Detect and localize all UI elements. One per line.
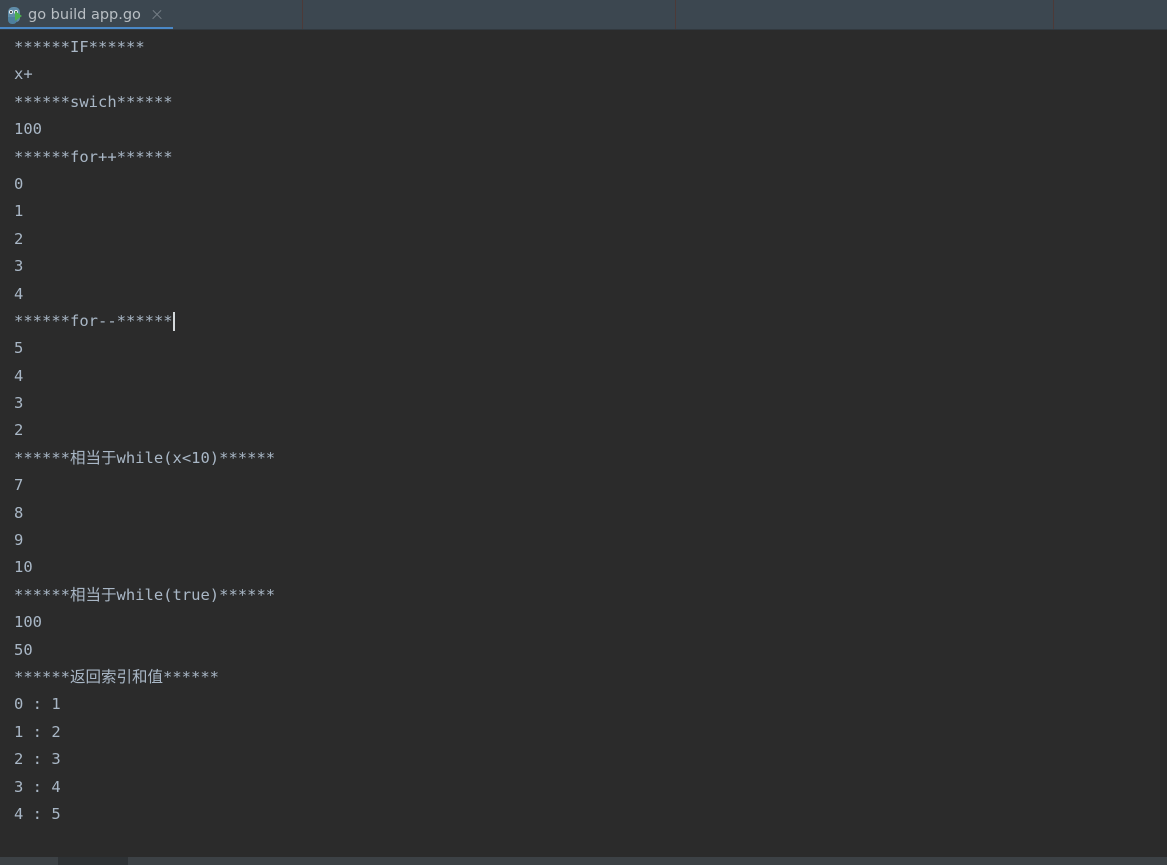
- go-gopher-run-icon: [6, 6, 24, 24]
- tab-label: go build app.go: [28, 7, 141, 23]
- tabbar-divider: [675, 0, 676, 30]
- tabbar-divider: [1053, 0, 1054, 30]
- console-line: 7: [14, 476, 24, 495]
- console-line: 0: [14, 174, 24, 193]
- tabbar-divider: [302, 0, 303, 30]
- console-line: ******返回索引和值******: [14, 667, 219, 686]
- console-line: 50: [14, 640, 33, 659]
- tab-go-build-app-go[interactable]: go build app.go: [0, 0, 173, 30]
- console-line: 3: [14, 394, 24, 413]
- horizontal-scrollbar[interactable]: [0, 857, 1167, 865]
- console-line: ******swich******: [14, 92, 173, 111]
- console-line: ******for++******: [14, 147, 173, 166]
- console-line: 4: [14, 366, 24, 385]
- console-line: 4 : 5: [14, 804, 61, 823]
- console-line: 5: [14, 339, 24, 358]
- console-line: ******相当于while(x<10)******: [14, 448, 276, 467]
- console-line: 2: [14, 421, 24, 440]
- console-line: 100: [14, 120, 42, 139]
- console-bottom-padding: [0, 850, 1167, 857]
- console-line: 3 : 4: [14, 777, 61, 796]
- console-line: 1 : 2: [14, 722, 61, 741]
- console-line: 2: [14, 229, 24, 248]
- scrollbar-thumb[interactable]: [58, 857, 128, 865]
- console-line: 10: [14, 558, 33, 577]
- console-line-with-caret: ******for--******: [14, 308, 175, 335]
- console-line: ******相当于while(true)******: [14, 585, 276, 604]
- console-line: 2 : 3: [14, 750, 61, 769]
- console-output-panel[interactable]: ******IF****** x+ ******swich****** 100 …: [0, 30, 1167, 850]
- console-line: ******IF******: [14, 38, 145, 56]
- console-line: 0 : 1: [14, 695, 61, 714]
- scrollbar-track[interactable]: [0, 857, 58, 865]
- console-line: 8: [14, 503, 24, 522]
- console-line: 100: [14, 613, 42, 632]
- editor-tab-bar: go build app.go: [0, 0, 1167, 30]
- console-line: 9: [14, 531, 24, 550]
- console-line: 1: [14, 202, 24, 221]
- console-line: 4: [14, 284, 24, 303]
- console-line: x+: [14, 65, 33, 84]
- close-icon[interactable]: [150, 8, 164, 22]
- console-line: 3: [14, 257, 24, 276]
